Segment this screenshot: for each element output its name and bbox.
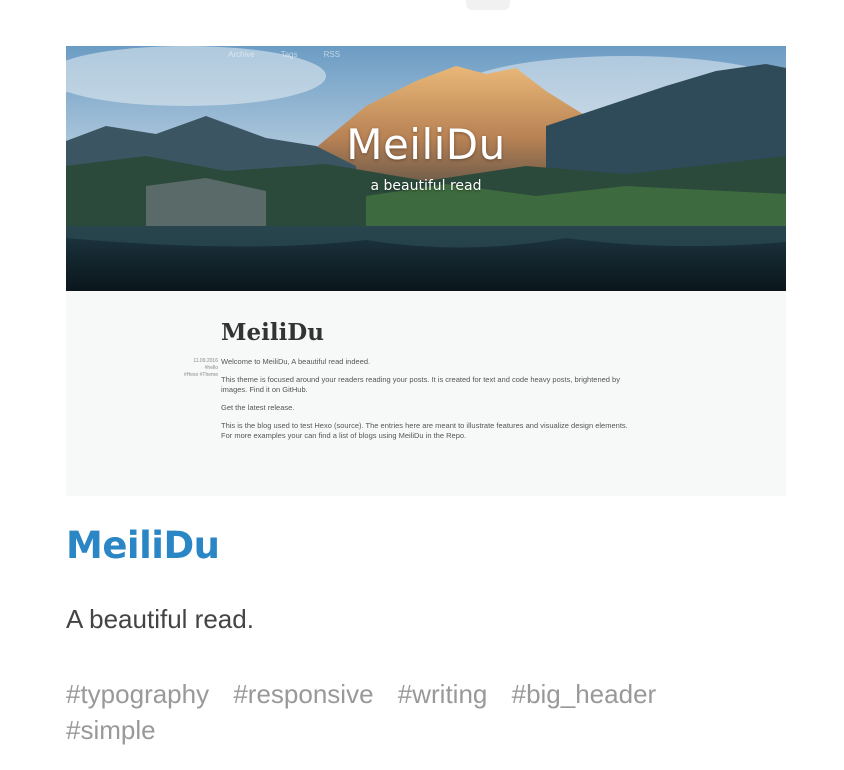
thumbnail-post-title: MeiliDu — [221, 319, 324, 346]
nav-link-tags: Tags — [280, 50, 298, 59]
thumbnail-post-area: MeiliDu 11.09.2016 #hello #Hexo #Theme W… — [66, 291, 786, 496]
post-tag-line: #Hexo #Theme — [183, 372, 218, 378]
top-fade-decoration — [466, 0, 510, 10]
tag-link-simple[interactable]: #simple — [66, 715, 156, 745]
theme-screenshot-thumbnail[interactable]: Archive Tags RSS MeiliDu a beautiful rea… — [66, 46, 786, 496]
tag-link-big-header[interactable]: #big_header — [512, 679, 657, 709]
tag-link-typography[interactable]: #typography — [66, 679, 209, 709]
thumbnail-post-meta: 11.09.2016 #hello #Hexo #Theme — [166, 358, 218, 379]
post-paragraph: This is the blog used to test Hexo (sour… — [221, 421, 628, 430]
hero-title: MeiliDu — [346, 120, 506, 169]
post-paragraph: Welcome to MeiliDu, A beautiful read ind… — [221, 357, 371, 366]
hero-subtitle: a beautiful read — [370, 178, 482, 194]
thumbnail-nav: Archive Tags RSS — [228, 50, 340, 59]
tag-link-writing[interactable]: #writing — [398, 679, 488, 709]
post-tag-line: #hello — [204, 365, 218, 371]
theme-title-link[interactable]: MeiliDu — [66, 524, 220, 567]
thumbnail-post-text: Welcome to MeiliDu, A beautiful read ind… — [221, 357, 641, 449]
hero-banner: Archive Tags RSS MeiliDu a beautiful rea… — [66, 46, 786, 291]
post-paragraph: This theme is focused around your reader… — [221, 375, 620, 394]
theme-description: A beautiful read. — [66, 604, 254, 634]
nav-link-archive: Archive — [228, 50, 255, 59]
tag-link-responsive[interactable]: #responsive — [233, 679, 373, 709]
nav-link-rss: RSS — [323, 50, 341, 59]
post-paragraph: For more examples your can find a list o… — [221, 431, 467, 440]
post-date: 11.09.2016 — [193, 358, 218, 364]
post-paragraph: Get the latest release. — [221, 403, 295, 412]
tag-list: #typography #responsive #writing #big_he… — [66, 676, 786, 748]
